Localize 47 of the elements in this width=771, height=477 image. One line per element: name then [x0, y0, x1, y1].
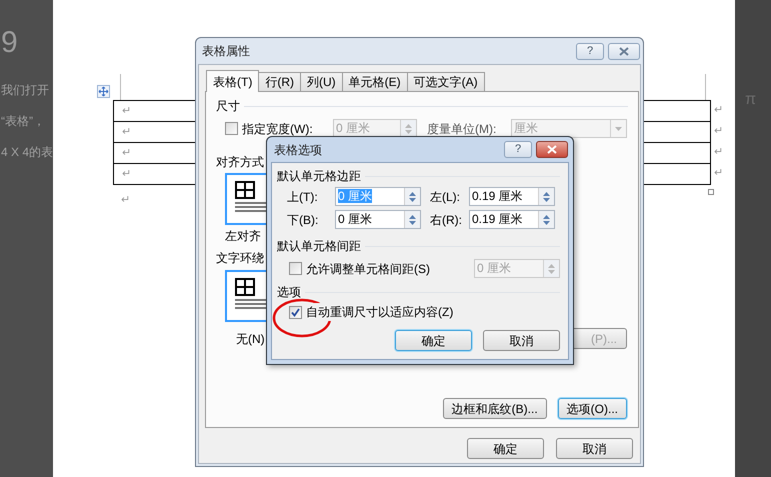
- cell-mark: ↵: [122, 148, 131, 158]
- field-label: 度量单位(M):: [427, 120, 498, 138]
- background-heading: 9: [1, 28, 18, 58]
- spin-field[interactable]: 0.19 厘米: [469, 187, 555, 206]
- dialog-button[interactable]: 边框和底纹(B)...: [442, 398, 547, 419]
- option-label: 左对齐: [225, 229, 262, 243]
- paragraph-mark: ↵: [121, 195, 130, 206]
- background-text: 我们打开: [1, 84, 49, 96]
- help-button[interactable]: ?: [576, 42, 604, 60]
- dialog-button[interactable]: 取消: [556, 438, 633, 459]
- help-button[interactable]: ?: [504, 141, 532, 158]
- row-end-mark: ↵: [714, 168, 723, 179]
- tab[interactable]: 可选文字(A): [406, 72, 485, 91]
- cell-mark: ↵: [122, 106, 131, 116]
- tab[interactable]: 表格(T): [206, 70, 260, 92]
- section-heading: 对齐方式: [216, 155, 265, 169]
- tab[interactable]: 行(R): [258, 72, 301, 91]
- spin-field[interactable]: 0.19 厘米: [469, 210, 555, 229]
- background-text: 4 X 4的表: [1, 146, 53, 158]
- checkbox-label: 允许调整单元格间距(S): [306, 260, 431, 278]
- cell-mark: ↵: [122, 168, 131, 180]
- field-label: 下(B):: [287, 212, 320, 228]
- field-label: 左(L):: [430, 188, 461, 206]
- field-label: 上(T):: [287, 188, 319, 206]
- field-label: 右(R):: [430, 212, 463, 228]
- dialog-button[interactable]: 取消: [483, 330, 560, 351]
- spin-field[interactable]: 0 厘米: [335, 210, 421, 229]
- section-heading: 选项: [277, 285, 301, 299]
- field-label: 指定宽度(W):: [242, 120, 314, 138]
- section-heading: 默认单元格边距: [277, 169, 361, 183]
- window-title: 表格属性: [202, 43, 250, 60]
- section-heading: 尺寸: [216, 99, 240, 113]
- tab[interactable]: 单元格(E): [342, 72, 408, 91]
- option-label: 无(N): [236, 332, 265, 346]
- cell-mark: ↵: [122, 126, 131, 138]
- row-end-mark: ↵: [714, 105, 723, 116]
- background-text: “表格”，: [1, 115, 45, 127]
- tab[interactable]: 列(U): [300, 72, 343, 91]
- dialog-button[interactable]: 选项(O)...: [558, 398, 627, 419]
- window-title: 表格选项: [274, 142, 322, 158]
- checkbox-label: 自动重调尺寸以适应内容(Z): [306, 303, 454, 321]
- dialog-button[interactable]: 确定: [467, 438, 544, 459]
- section-heading: 文字环绕: [216, 251, 265, 265]
- section-heading: 默认单元格间距: [277, 239, 361, 253]
- row-end-mark: ↵: [714, 147, 723, 158]
- dialog-button[interactable]: 确定: [395, 330, 472, 351]
- row-end-mark: ↵: [714, 126, 723, 137]
